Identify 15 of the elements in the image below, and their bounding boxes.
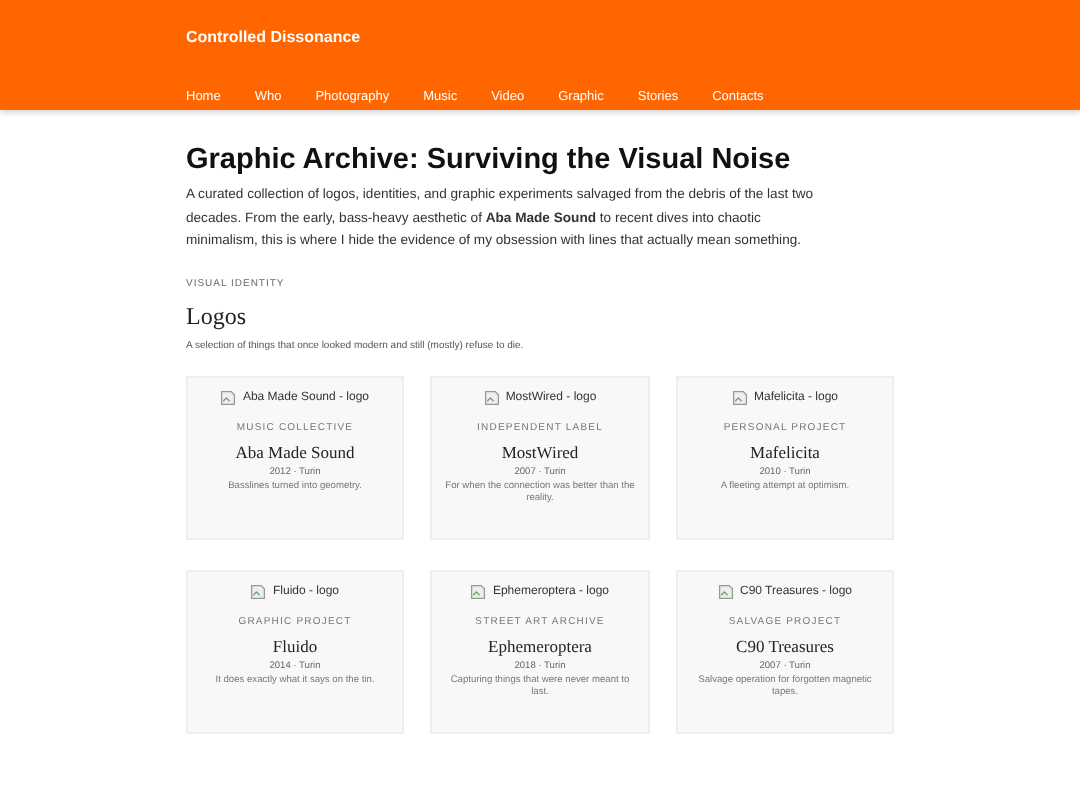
page-title: Graphic Archive: Surviving the Visual Noise	[186, 142, 793, 178]
broken-image-icon	[731, 389, 748, 405]
card-title: Fluido	[270, 635, 320, 655]
broken-image-icon	[220, 389, 237, 405]
card-title: C90 Treasures	[734, 635, 836, 655]
site-title[interactable]: Controlled Dissonance	[186, 28, 361, 48]
card-title: Ephemeroptera	[486, 635, 594, 655]
broken-image-icon	[483, 389, 500, 405]
card-title: Aba Made Sound	[233, 441, 357, 461]
broken-image-icon	[470, 583, 487, 599]
card-title: Mafelicita	[748, 441, 822, 461]
card-title: MostWired	[499, 441, 581, 461]
broken-image-icon	[717, 583, 734, 599]
broken-image-icon	[250, 583, 267, 599]
section-heading: Logos	[186, 301, 248, 329]
